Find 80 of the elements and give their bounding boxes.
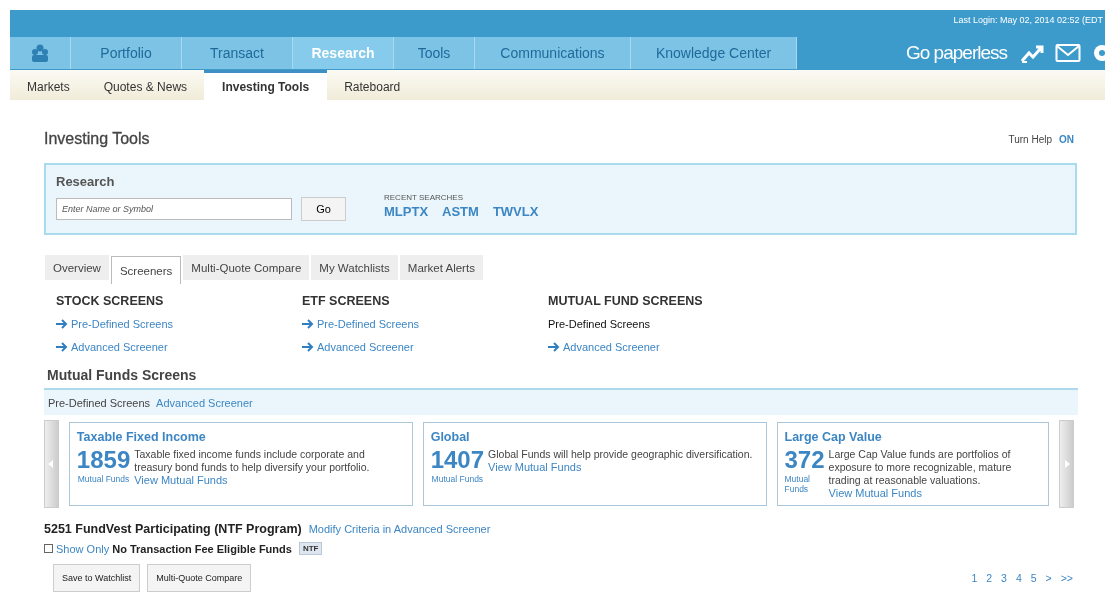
nav-tab[interactable]: Communications <box>475 37 631 69</box>
count-label: Mutual Funds <box>431 474 484 484</box>
last-login-text: Last Login: May 02, 2014 02:52 (EDT <box>953 15 1103 25</box>
tool-tab[interactable]: Multi-Quote Compare <box>183 255 310 280</box>
card-description: Taxable fixed income funds include corporate and treasury bond funds to help diversify your portfolio. <box>134 448 371 474</box>
card-description: Large Cap Value funds are portfolios of exposure to more recognizable, mature trading at reasonable valuations. <box>828 448 1013 487</box>
mode-link[interactable]: Pre-Defined Screens <box>48 396 151 409</box>
screen-link[interactable]: Pre-Defined Screens <box>71 318 174 330</box>
settings-icon[interactable] <box>1091 42 1105 64</box>
right-caret-icon <box>1063 460 1070 468</box>
fund-count: 1407 <box>430 448 485 472</box>
page-link[interactable]: 4 <box>1015 572 1022 584</box>
research-title: Research <box>56 174 116 189</box>
recent-searches-label: RECENT SEARCHES <box>384 193 464 202</box>
view-funds-link[interactable]: View Mutual Funds <box>828 487 1047 499</box>
page-link[interactable]: 1 <box>971 572 978 584</box>
go-paperless-text: Go paperless <box>906 42 1007 64</box>
nav-tab[interactable]: Transact <box>182 37 293 69</box>
show-only-label: Show Only <box>56 542 110 555</box>
arrow-icon <box>56 319 68 329</box>
mail-icon[interactable] <box>1055 43 1081 63</box>
count-label: Mutual Funds <box>77 474 130 484</box>
trend-chart-icon[interactable] <box>1021 43 1045 63</box>
tool-tab[interactable]: Overview <box>45 255 109 280</box>
sub-tab[interactable]: Quotes & News <box>86 70 205 100</box>
page-title: Investing Tools <box>44 130 150 148</box>
go-button[interactable]: Go <box>301 197 346 221</box>
page-link[interactable]: 3 <box>1001 572 1007 584</box>
view-funds-link[interactable]: View Mutual Funds <box>134 474 405 486</box>
count-label: Mutual Funds <box>784 474 811 494</box>
arrow-icon <box>548 342 560 352</box>
search-field[interactable]: Enter Name or Symbol <box>56 198 292 220</box>
ntf-checkbox[interactable] <box>44 544 53 553</box>
screen-link[interactable]: Advanced Screener <box>317 341 414 353</box>
page-link[interactable]: >> <box>1060 572 1073 584</box>
screen-group-title: ETF SCREENS <box>302 294 391 308</box>
screen-link[interactable]: Advanced Screener <box>563 341 660 353</box>
nav-tab[interactable]: Portfolio <box>71 37 182 69</box>
card-title[interactable]: Taxable Fixed Income <box>76 430 405 444</box>
home-tab[interactable] <box>10 37 71 69</box>
page-link[interactable]: 2 <box>986 572 993 584</box>
recent-search-link[interactable]: MLPTX <box>384 204 429 219</box>
view-funds-link[interactable]: View Mutual Funds <box>488 461 753 473</box>
screen-group-title: STOCK SCREENS <box>56 294 165 308</box>
screen-link[interactable]: Advanced Screener <box>71 341 168 353</box>
people-icon <box>30 44 50 62</box>
sub-tab[interactable]: Rateboard <box>327 70 418 100</box>
card-description: Global Funds will help provide geographic diversification. <box>488 448 753 461</box>
screen-group-title: MUTUAL FUND SCREENS <box>548 294 704 308</box>
arrow-icon <box>302 319 314 329</box>
recent-search-link[interactable]: ASTM <box>442 204 479 219</box>
action-button[interactable]: Multi-Quote Compare <box>147 564 252 592</box>
page-link[interactable]: 5 <box>1030 572 1037 584</box>
fund-count: 372 <box>784 448 825 472</box>
sub-tab[interactable]: Markets <box>10 70 87 100</box>
nav-tab[interactable]: Tools <box>394 37 475 69</box>
card-title[interactable]: Large Cap Value <box>784 430 1047 444</box>
tool-tab[interactable]: Screeners <box>110 256 182 284</box>
recent-search-link[interactable]: TWVLX <box>492 204 539 219</box>
page-link[interactable]: > <box>1045 572 1052 584</box>
fund-count: 1859 <box>76 448 131 472</box>
tool-tab[interactable]: My Watchlists <box>311 255 398 280</box>
results-summary: 5251 FundVest Participating (NTF Program) <box>44 522 302 536</box>
filter-label: No Transaction Fee Eligible Funds <box>112 542 292 555</box>
modify-criteria-link[interactable]: Modify Criteria in Advanced Screener <box>308 523 491 535</box>
ntf-tag: NTF <box>298 542 323 555</box>
action-button[interactable]: Save to Watchlist <box>53 564 141 592</box>
nav-tab[interactable]: Knowledge Center <box>631 37 797 69</box>
screen-link[interactable]: Pre-Defined Screens <box>317 318 420 330</box>
left-caret-icon <box>48 460 55 468</box>
mode-link[interactable]: Advanced Screener <box>156 396 253 409</box>
tool-tab[interactable]: Market Alerts <box>399 255 483 280</box>
card-title[interactable]: Global <box>430 430 759 444</box>
screen-link[interactable]: Pre-Defined Screens <box>548 316 808 332</box>
help-toggle[interactable]: ON <box>1059 133 1074 145</box>
arrow-icon <box>302 342 314 352</box>
section-title: Mutual Funds Screens <box>47 367 198 383</box>
arrow-icon <box>56 342 68 352</box>
help-label: Turn Help <box>1008 133 1052 145</box>
sub-tab[interactable]: Investing Tools <box>204 70 328 100</box>
